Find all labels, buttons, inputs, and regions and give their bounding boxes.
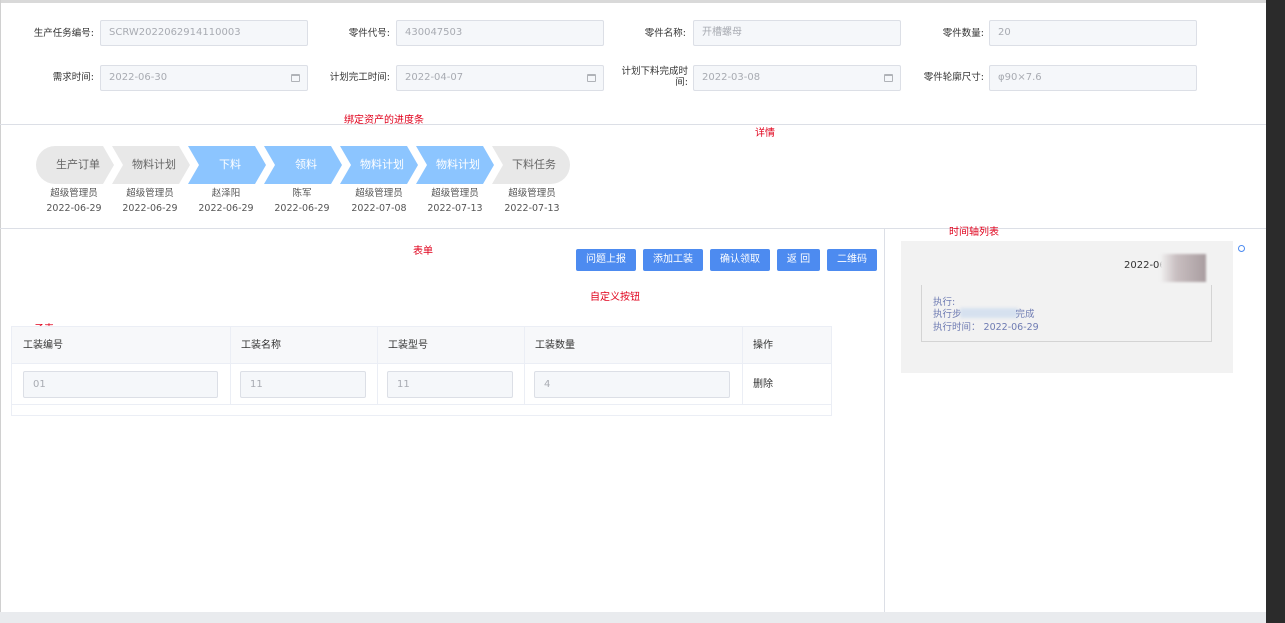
progress-step-5-user: 超级管理员 xyxy=(355,188,403,199)
progress-step-6-info: 超级管理员 2022-07-13 xyxy=(417,186,493,216)
divider-progress xyxy=(0,228,1266,229)
task-no-label: 生产任务编号: xyxy=(33,28,94,39)
divider-form xyxy=(0,124,1266,125)
plan-finish-time-value: 2022-04-07 xyxy=(405,72,464,83)
part-code-input[interactable]: 430047503 xyxy=(396,20,604,46)
part-name-input[interactable]: 开槽螺母 xyxy=(693,20,901,46)
note-detail: 详情 xyxy=(755,128,775,139)
table-header-code: 工装编号 xyxy=(12,327,230,364)
calendar-icon[interactable] xyxy=(587,74,596,82)
table-header-model: 工装型号 xyxy=(377,327,524,364)
back-button[interactable]: 返 回 xyxy=(777,249,820,271)
progress-step-7-user: 超级管理员 xyxy=(508,188,556,199)
timeline-line-2-start: 执行步 xyxy=(933,309,962,320)
demand-time-value: 2022-06-30 xyxy=(109,72,168,83)
progress-step-1-user: 超级管理员 xyxy=(50,188,98,199)
progress-step-2-user: 超级管理员 xyxy=(126,188,174,199)
note-timeline: 时间轴列表 xyxy=(949,227,999,238)
progress-step-1-label: 生产订单 xyxy=(56,158,100,171)
progress-step-1-info: 超级管理员 2022-06-29 xyxy=(36,186,112,216)
table-header-qty: 工装数量 xyxy=(524,327,742,364)
plan-cut-time-label-line2: 间: xyxy=(675,77,688,88)
column-separator xyxy=(524,327,525,405)
table-row-border xyxy=(12,404,831,405)
plan-cut-time-label: 计划下料完成时 间: xyxy=(612,66,688,88)
column-separator xyxy=(742,327,743,405)
progress-step-1: 生产订单 xyxy=(36,146,114,184)
bottom-bar xyxy=(0,612,1266,623)
timeline-line-2: 执行步 完成 xyxy=(933,308,1035,321)
progress-step-4-info: 陈军 2022-06-29 xyxy=(264,186,340,216)
task-no-input[interactable]: SCRW2022062914110003 xyxy=(100,20,308,46)
progress-step-4-user: 陈军 xyxy=(292,188,312,199)
note-custom-buttons: 自定义按钮 xyxy=(590,292,640,303)
plan-cut-time-input[interactable]: 2022-03-08 xyxy=(693,65,901,91)
calendar-icon[interactable] xyxy=(291,74,300,82)
note-progress: 绑定资产的进度条 xyxy=(344,115,424,126)
tooling-table: 工装编号 工装名称 工装型号 工装数量 操作 01 11 11 4 删除 xyxy=(11,326,832,416)
progress-step-3-label: 下料 xyxy=(219,158,241,171)
timeline-dot-icon xyxy=(1238,245,1245,252)
top-border xyxy=(0,0,1266,3)
plan-finish-time-input[interactable]: 2022-04-07 xyxy=(396,65,604,91)
progress-step-6-date: 2022-07-13 xyxy=(427,203,483,214)
progress-step-3-info: 赵泽阳 2022-06-29 xyxy=(188,186,264,216)
part-code-label: 零件代号: xyxy=(348,28,390,39)
calendar-icon[interactable] xyxy=(884,74,893,82)
timeline-line-2-end: 完成 xyxy=(1015,309,1035,320)
progress-step-2: 物料计划 xyxy=(112,146,190,184)
part-qty-input[interactable]: 20 xyxy=(989,20,1197,46)
progress-step-7: 下料任务 xyxy=(492,146,570,184)
avatar xyxy=(1160,254,1206,282)
progress-step-2-label: 物料计划 xyxy=(132,158,176,171)
progress-step-5-date: 2022-07-08 xyxy=(351,203,407,214)
progress-step-5: 物料计划 xyxy=(340,146,418,184)
progress-step-2-info: 超级管理员 2022-06-29 xyxy=(112,186,188,216)
plan-cut-time-value: 2022-03-08 xyxy=(702,72,761,83)
plan-finish-time-label: 计划完工时间: xyxy=(329,72,390,83)
tooling-name-input[interactable]: 11 xyxy=(240,371,366,398)
outline-size-input[interactable]: φ90×7.6 xyxy=(989,65,1197,91)
part-name-label: 零件名称: xyxy=(644,28,686,39)
add-tooling-button[interactable]: 添加工装 xyxy=(643,249,703,271)
progress-step-6-label: 物料计划 xyxy=(436,158,480,171)
divider-vertical xyxy=(884,229,885,612)
progress-step-7-label: 下料任务 xyxy=(512,158,556,171)
progress-step-5-info: 超级管理员 2022-07-08 xyxy=(341,186,417,216)
progress-step-3: 下料 xyxy=(188,146,266,184)
tooling-model-input[interactable]: 11 xyxy=(387,371,513,398)
right-scrollbar[interactable] xyxy=(1266,0,1285,623)
tooling-code-input[interactable]: 01 xyxy=(23,371,218,398)
progress-step-1-date: 2022-06-29 xyxy=(46,203,102,214)
demand-time-input[interactable]: 2022-06-30 xyxy=(100,65,308,91)
outline-size-label: 零件轮廓尺寸: xyxy=(923,72,984,83)
demand-time-label: 需求时间: xyxy=(52,72,94,83)
progress-step-4: 领料 xyxy=(264,146,342,184)
note-form: 表单 xyxy=(413,246,433,257)
plan-cut-time-label-line1: 计划下料完成时 xyxy=(621,66,688,77)
progress-step-4-date: 2022-06-29 xyxy=(274,203,330,214)
progress-step-4-label: 领料 xyxy=(295,158,317,171)
progress-step-7-date: 2022-07-13 xyxy=(504,203,560,214)
progress-step-6-user: 超级管理员 xyxy=(431,188,479,199)
app-frame: 生产任务编号: SCRW2022062914110003 零件代号: 43004… xyxy=(0,0,1285,623)
tooling-qty-input[interactable]: 4 xyxy=(534,371,730,398)
part-qty-label: 零件数量: xyxy=(942,28,984,39)
table-header-name: 工装名称 xyxy=(230,327,377,364)
progress-step-5-label: 物料计划 xyxy=(360,158,404,171)
progress-step-6: 物料计划 xyxy=(416,146,494,184)
qrcode-button[interactable]: 二维码 xyxy=(827,249,877,271)
timeline-line-3: 执行时间： 2022-06-29 xyxy=(933,322,1039,333)
confirm-receive-button[interactable]: 确认领取 xyxy=(710,249,770,271)
column-separator xyxy=(230,327,231,405)
progress-step-3-user: 赵泽阳 xyxy=(211,188,241,199)
progress-step-7-info: 超级管理员 2022-07-13 xyxy=(494,186,570,216)
progress-step-3-date: 2022-06-29 xyxy=(198,203,254,214)
progress-step-2-date: 2022-06-29 xyxy=(122,203,178,214)
table-header-action: 操作 xyxy=(742,327,831,364)
report-issue-button[interactable]: 问题上报 xyxy=(576,249,636,271)
column-separator xyxy=(377,327,378,405)
left-border xyxy=(0,0,1,623)
delete-row-button[interactable]: 删除 xyxy=(753,371,773,398)
